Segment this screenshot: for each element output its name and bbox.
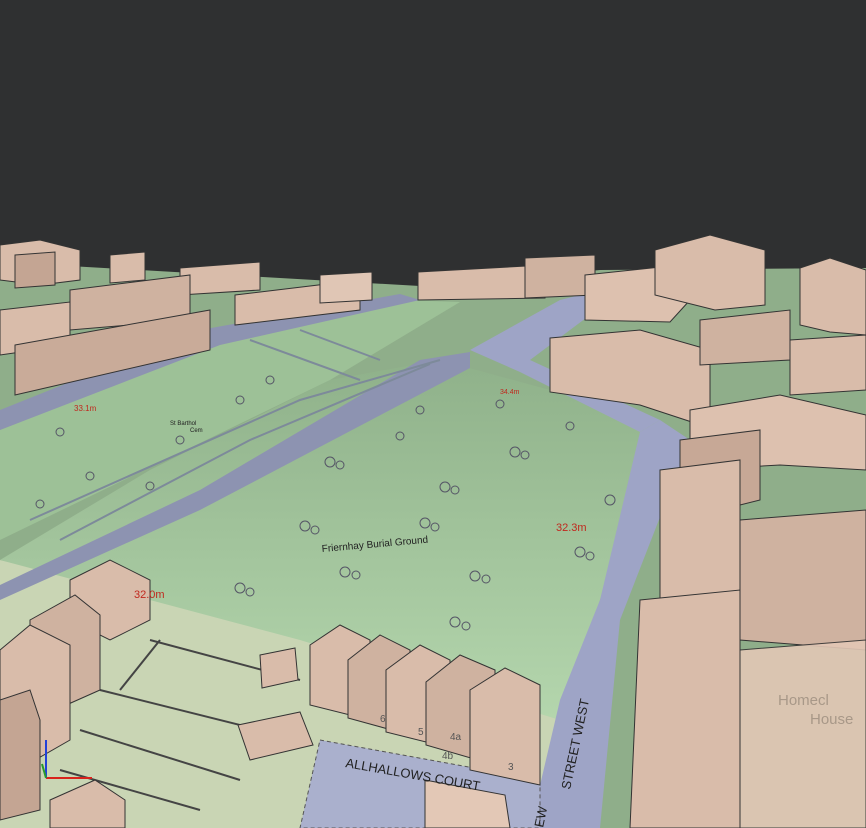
house-number: 5 (418, 727, 424, 738)
house-number: 4a (450, 732, 462, 743)
house-number: 4b (442, 751, 454, 762)
house-number: 6 (380, 714, 386, 725)
church-label-line2: Cem (190, 428, 203, 434)
spot-height-label: 33.1m (74, 404, 97, 413)
house-number: 3 (508, 762, 514, 773)
church-label-line1: St Barthol (170, 421, 196, 427)
spot-height-label: 34.4m (500, 389, 520, 396)
house-label-line1: Homecl (778, 692, 829, 709)
spot-height-label: 32.0m (134, 589, 165, 601)
spot-height-label: 32.3m (556, 522, 587, 534)
house-label-line2: House (810, 711, 853, 728)
map-viewport[interactable]: Friernhay Burial Ground St Barthol Cem 3… (0, 0, 866, 828)
